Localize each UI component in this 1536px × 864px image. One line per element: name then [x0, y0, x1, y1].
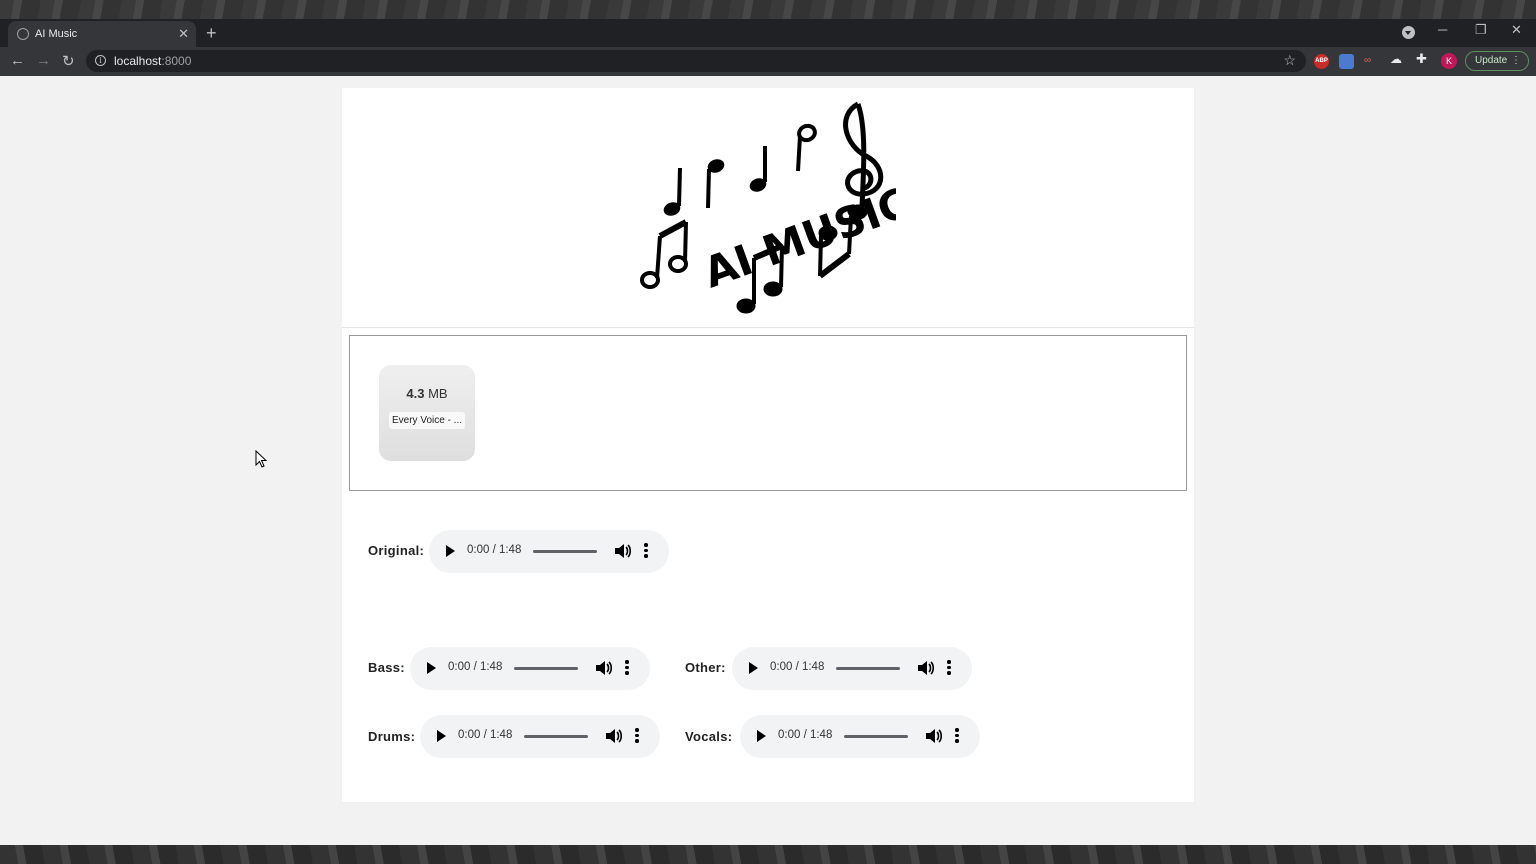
browser-window: AI Music ✕ + ─ ❐ ✕ ← → ↻ i localhost:800… [0, 19, 1536, 845]
vocals-audio-player[interactable]: 0:00 / 1:48 [740, 715, 980, 758]
file-name: Every Voice - ... [389, 412, 465, 429]
extensions-puzzle-icon[interactable]: ✚ [1416, 51, 1431, 66]
url-port: :8000 [161, 54, 192, 68]
volume-icon[interactable] [916, 659, 934, 677]
url-host: localhost [114, 54, 162, 68]
play-icon[interactable] [427, 662, 436, 674]
file-size-value: 4.3 [406, 386, 425, 401]
vocals-label: Vocals: [685, 729, 733, 744]
tab-close-icon[interactable]: ✕ [178, 26, 189, 42]
more-options-icon[interactable] [635, 728, 639, 744]
file-size: 4.3 MB [379, 386, 475, 401]
tab-search-icon[interactable] [1402, 26, 1415, 39]
play-icon[interactable] [446, 545, 455, 557]
header-logo-area: AI MUSIC [342, 88, 1194, 328]
volume-icon[interactable] [594, 659, 612, 677]
address-bar[interactable]: i localhost:8000 ☆ [86, 50, 1306, 72]
play-icon[interactable] [749, 662, 758, 674]
bass-label: Bass: [368, 660, 405, 675]
drums-audio-player[interactable]: 0:00 / 1:48 [420, 715, 660, 758]
volume-icon[interactable] [604, 727, 622, 745]
update-button[interactable]: Update ⋮ [1465, 51, 1529, 71]
seek-bar[interactable] [533, 550, 597, 553]
adblock-extension-icon[interactable]: ABP [1314, 54, 1329, 69]
time-display: 0:00 / 1:48 [448, 661, 503, 673]
site-info-icon[interactable]: i [95, 55, 106, 66]
bookmark-star-icon[interactable]: ☆ [1283, 52, 1296, 69]
ai-music-logo: AI MUSIC [640, 101, 896, 314]
menu-dots-icon: ⋮ [1511, 55, 1521, 66]
uploaded-file-tile[interactable]: 4.3 MB Every Voice - ... [379, 365, 475, 461]
time-display: 0:00 / 1:48 [778, 729, 833, 741]
drums-label: Drums: [368, 729, 416, 744]
browser-toolbar: ← → ↻ i localhost:8000 ☆ ABP ∞ ☁ ✚ K Upd… [0, 47, 1536, 76]
more-options-icon[interactable] [625, 660, 629, 676]
desktop-wallpaper-top [0, 0, 1536, 19]
other-label: Other: [685, 660, 726, 675]
original-label: Original: [368, 543, 425, 558]
seek-bar[interactable] [524, 735, 588, 738]
volume-icon[interactable] [613, 542, 631, 560]
play-icon[interactable] [437, 730, 446, 742]
new-tab-icon[interactable]: + [206, 23, 217, 44]
window-close-icon[interactable]: ✕ [1511, 22, 1522, 38]
cloud-extension-icon[interactable]: ☁ [1390, 52, 1405, 67]
translate-extension-icon[interactable] [1339, 54, 1354, 69]
tab-strip: AI Music ✕ + ─ ❐ ✕ [0, 19, 1536, 47]
more-options-icon[interactable] [644, 543, 648, 559]
forward-icon[interactable]: → [36, 52, 51, 69]
glasses-extension-icon[interactable]: ∞ [1364, 55, 1379, 70]
more-options-icon[interactable] [955, 728, 959, 744]
url-text: localhost:8000 [114, 54, 191, 68]
time-display: 0:00 / 1:48 [770, 661, 825, 673]
play-icon[interactable] [757, 730, 766, 742]
main-card: AI MUSIC 4.3 MB Every Voice - ... Origin… [342, 88, 1194, 802]
globe-icon [17, 28, 29, 40]
page-viewport: AI MUSIC 4.3 MB Every Voice - ... Origin… [0, 76, 1536, 845]
seek-bar[interactable] [514, 667, 578, 670]
original-audio-player[interactable]: 0:00 / 1:48 [429, 530, 669, 573]
seek-bar[interactable] [836, 667, 900, 670]
other-audio-player[interactable]: 0:00 / 1:48 [732, 647, 972, 690]
file-size-unit: MB [428, 386, 448, 401]
logo-text: AI MUSIC [697, 178, 896, 298]
bass-audio-player[interactable]: 0:00 / 1:48 [410, 647, 650, 690]
file-dropzone[interactable]: 4.3 MB Every Voice - ... [349, 335, 1187, 491]
restore-icon[interactable]: ❐ [1475, 22, 1487, 38]
tab-title: AI Music [35, 28, 78, 40]
volume-icon[interactable] [924, 727, 942, 745]
back-icon[interactable]: ← [10, 52, 25, 69]
time-display: 0:00 / 1:48 [458, 729, 513, 741]
seek-bar[interactable] [844, 735, 908, 738]
reload-icon[interactable]: ↻ [62, 52, 75, 70]
minimize-icon[interactable]: ─ [1438, 22, 1447, 37]
profile-avatar[interactable]: K [1441, 53, 1457, 69]
time-display: 0:00 / 1:48 [467, 544, 522, 556]
mouse-cursor-icon [255, 450, 268, 468]
more-options-icon[interactable] [947, 660, 951, 676]
desktop-wallpaper-bottom [0, 845, 1536, 864]
update-label: Update [1475, 55, 1508, 66]
browser-tab[interactable]: AI Music ✕ [8, 21, 196, 47]
